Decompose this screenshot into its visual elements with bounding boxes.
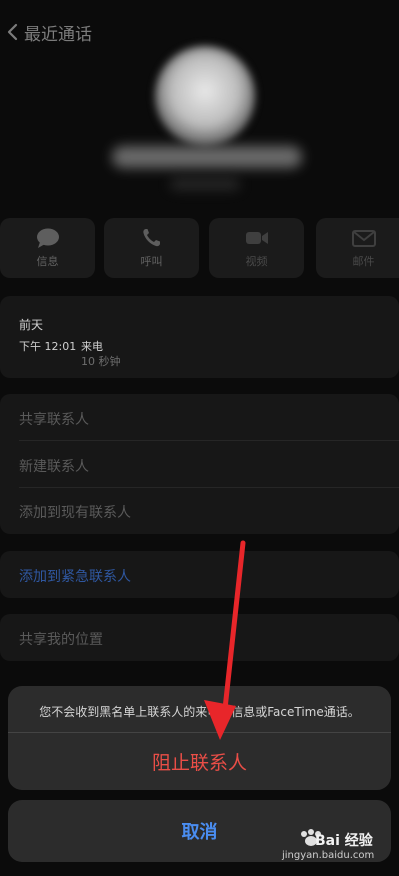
contact-name-blurred — [112, 146, 302, 168]
call-day: 前天 — [19, 318, 44, 332]
contact-subtitle-blurred — [170, 178, 240, 190]
back-label: 最近通话 — [24, 24, 92, 45]
video-label: 视频 — [245, 255, 268, 268]
message-icon — [36, 228, 59, 248]
chevron-left-icon — [7, 23, 18, 41]
block-action-sheet: 您不会收到黑名单上联系人的来电、信息或FaceTime通话。 阻止联系人 — [8, 686, 391, 790]
watermark-brand: Bai 经验 — [315, 833, 373, 849]
contact-actions: 信息 呼叫 视频 邮件 — [0, 218, 399, 278]
video-button[interactable]: 视频 — [209, 218, 304, 278]
call-type: 来电 — [81, 340, 103, 353]
new-contact-item[interactable]: 新建联系人 — [19, 456, 89, 476]
share-location-item[interactable]: 共享我的位置 — [19, 629, 103, 649]
mail-label: 邮件 — [352, 255, 375, 268]
watermark-url: jingyan.baidu.com — [282, 850, 375, 861]
divider — [19, 440, 399, 441]
call-button[interactable]: 呼叫 — [104, 218, 199, 278]
phone-icon — [142, 229, 160, 247]
call-time: 下午 12:01 — [19, 340, 77, 353]
avatar — [155, 46, 255, 146]
share-location-card: 共享我的位置 — [0, 614, 399, 661]
mail-icon — [351, 230, 376, 247]
message-button[interactable]: 信息 — [0, 218, 95, 278]
share-contact-item[interactable]: 共享联系人 — [19, 409, 89, 429]
call-label: 呼叫 — [140, 255, 163, 268]
message-label: 信息 — [36, 255, 59, 268]
block-contact-button[interactable]: 阻止联系人 — [8, 733, 391, 790]
add-existing-contact-item[interactable]: 添加到现有联系人 — [19, 502, 131, 522]
nav-back[interactable]: 最近通话 — [0, 14, 92, 50]
divider — [19, 487, 399, 488]
add-emergency-contact-item[interactable]: 添加到紧急联系人 — [19, 566, 131, 586]
mail-button[interactable]: 邮件 — [316, 218, 399, 278]
contact-options-card: 共享联系人 新建联系人 添加到现有联系人 — [0, 394, 399, 534]
call-info-card: 前天 下午 12:01 来电 10 秒钟 — [0, 296, 399, 378]
block-warning-message: 您不会收到黑名单上联系人的来电、信息或FaceTime通话。 — [39, 705, 360, 719]
emergency-card: 添加到紧急联系人 — [0, 551, 399, 598]
video-icon — [245, 232, 268, 244]
call-duration: 10 秒钟 — [81, 355, 121, 368]
